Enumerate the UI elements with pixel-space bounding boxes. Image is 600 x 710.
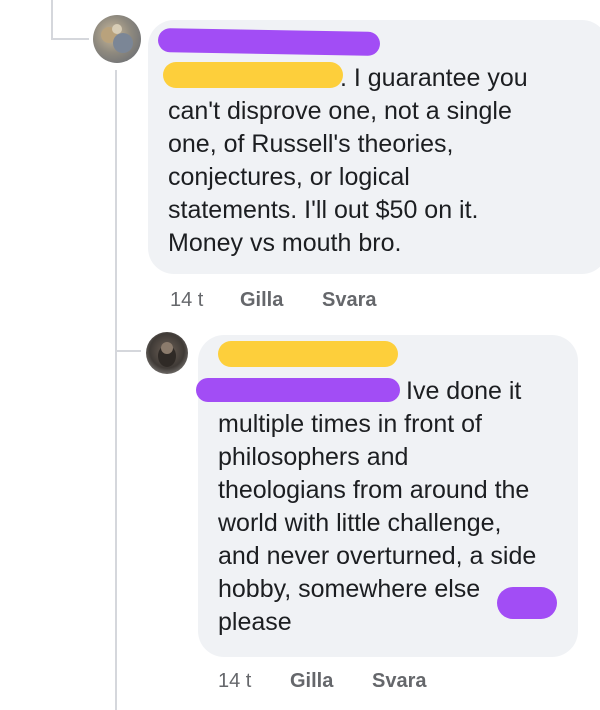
comment-actions: 14 t Gilla Svara <box>218 670 427 693</box>
like-button[interactable]: Gilla <box>240 289 322 312</box>
avatar[interactable] <box>93 15 141 63</box>
redacted-name-scribble <box>157 28 381 56</box>
redacted-name-scribble <box>218 341 398 367</box>
comment-text: . I guarantee you can't disprove one, no… <box>168 64 528 257</box>
avatar-image-icon <box>158 342 176 367</box>
reply-button[interactable]: Svara <box>372 670 427 693</box>
comment-actions: 14 t Gilla Svara <box>170 289 377 312</box>
like-button[interactable]: Gilla <box>290 670 372 693</box>
avatar-image-icon <box>101 24 133 53</box>
reply-button[interactable]: Svara <box>322 289 377 312</box>
thread-line-vertical <box>51 0 53 40</box>
thread-line-connector <box>51 38 89 40</box>
avatar[interactable] <box>146 332 188 374</box>
thread-line-reply-vertical <box>115 70 117 710</box>
thread-line-reply-connector <box>115 350 141 352</box>
timestamp[interactable]: 14 t <box>218 670 290 693</box>
timestamp[interactable]: 14 t <box>170 289 240 312</box>
comment-text: Ive done it multiple times in front of p… <box>218 377 537 636</box>
